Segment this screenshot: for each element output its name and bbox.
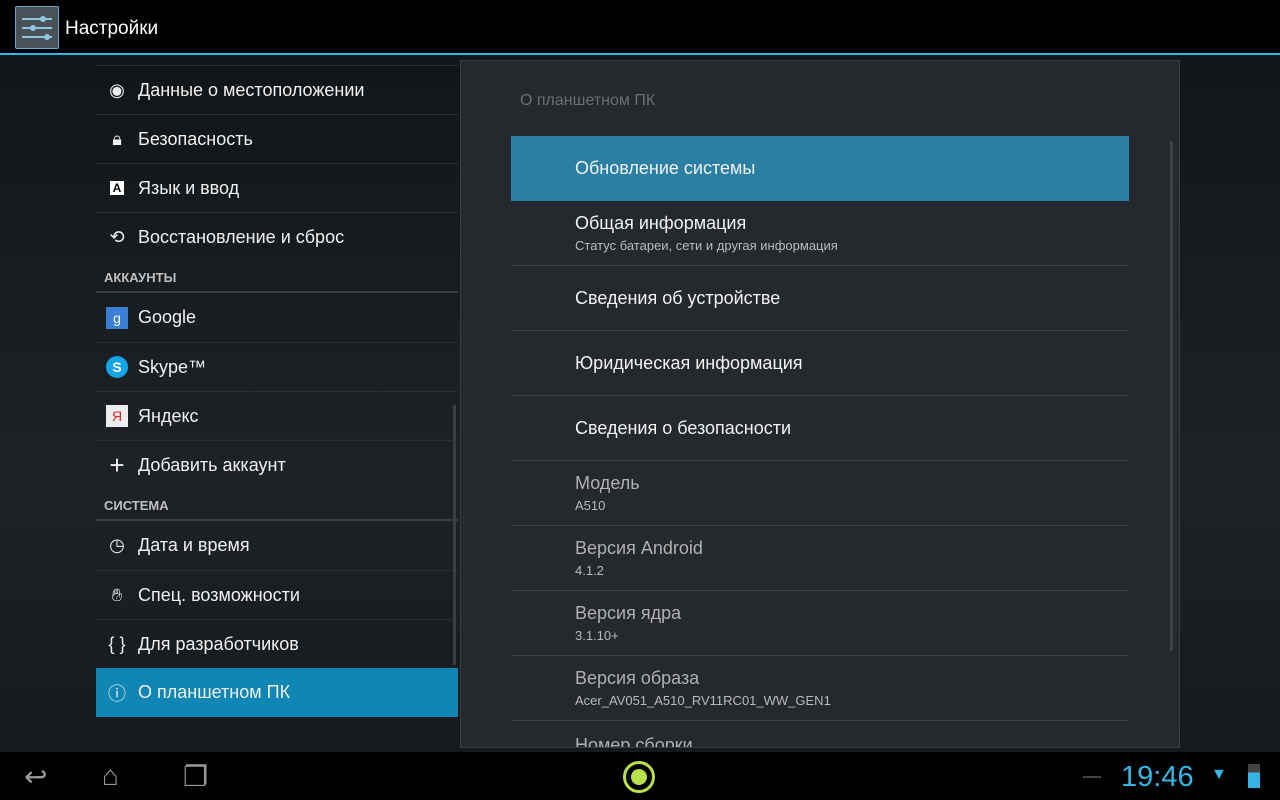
item-label: Язык и ввод bbox=[138, 177, 240, 198]
device-info-item[interactable]: Сведения об устройстве bbox=[511, 266, 1129, 331]
settings-categories: ◉ Данные о местоположении 🔒︎ Безопасность … bbox=[96, 65, 458, 717]
legal-info-item[interactable]: Юридическая информация bbox=[511, 331, 1129, 396]
item-title: Модель bbox=[575, 473, 640, 493]
sidebar-item-google[interactable]: g Google bbox=[96, 293, 458, 342]
yandex-icon: Я bbox=[96, 405, 138, 427]
security-info-item[interactable]: Сведения о безопасности bbox=[511, 396, 1129, 461]
sidebar-item-backup-reset[interactable]: ⟲ Восстановление и сброс bbox=[96, 212, 458, 261]
item-title: Обновление системы bbox=[575, 158, 756, 178]
home-icon[interactable]: ⌂ bbox=[102, 760, 119, 792]
clock-icon: ◷ bbox=[109, 535, 125, 555]
notification-dash-icon[interactable] bbox=[1083, 776, 1101, 778]
android-version-item[interactable]: Версия Android 4.1.2 bbox=[511, 526, 1129, 591]
item-label: Безопасность bbox=[138, 128, 253, 149]
item-label: О планшетном ПК bbox=[138, 682, 291, 702]
sidebar-item-yandex[interactable]: Я Яндекс bbox=[96, 391, 458, 440]
sidebar-item-language[interactable]: A Язык и ввод bbox=[96, 163, 458, 212]
item-label: Google bbox=[138, 307, 197, 327]
kernel-version-item: Версия ядра 3.1.10+ bbox=[511, 591, 1129, 656]
item-subtitle: A510 bbox=[575, 498, 606, 513]
accounts-header: АККАУНТЫ bbox=[96, 261, 458, 293]
item-label: Спец. возможности bbox=[138, 584, 300, 605]
restore-icon: ⟲ bbox=[109, 226, 125, 247]
about-list: Обновление системы Общая информация Стату… bbox=[511, 136, 1129, 748]
system-update-item[interactable]: Обновление системы bbox=[511, 136, 1129, 201]
item-subtitle: Статус батареи, сети и другая информация bbox=[575, 238, 838, 253]
sidebar-item-add-account[interactable]: + Добавить аккаунт bbox=[96, 440, 458, 489]
settings-app-icon[interactable] bbox=[15, 6, 59, 49]
item-title: Сведения о безопасности bbox=[575, 417, 792, 438]
sidebar-item-about-tablet[interactable]: ⓘ О планшетном ПК bbox=[96, 668, 458, 717]
recent-apps-icon[interactable]: ❐ bbox=[183, 760, 208, 793]
info-icon: ⓘ bbox=[108, 683, 126, 704]
wifi-icon: ▼ bbox=[1211, 766, 1227, 783]
skype-icon: S bbox=[96, 356, 138, 378]
location-icon: ◉ bbox=[109, 79, 125, 100]
item-title: Юридическая информация bbox=[575, 352, 803, 373]
image-version-item: Версия образа Acer_AV051_A510_RV11RC01_WW… bbox=[511, 656, 1129, 721]
item-subtitle: Acer_AV051_A510_RV11RC01_WW_GEN1 bbox=[575, 693, 831, 708]
item-label: Дата и время bbox=[138, 535, 250, 555]
battery-icon bbox=[1248, 764, 1260, 788]
item-title: Номер сборки bbox=[575, 735, 693, 748]
sidebar-item-location[interactable]: ◉ Данные о местоположении bbox=[96, 65, 458, 114]
left-scrollbar[interactable] bbox=[453, 405, 456, 665]
build-number-item[interactable]: Номер сборки bbox=[511, 721, 1129, 748]
item-label: Яндекс bbox=[138, 405, 199, 426]
panel-title: О планшетном ПК bbox=[520, 92, 656, 109]
sidebar-item-security[interactable]: 🔒︎ Безопасность bbox=[96, 114, 458, 163]
google-icon: g bbox=[96, 306, 138, 329]
item-label: Skype™ bbox=[138, 356, 207, 377]
item-subtitle: 3.1.10+ bbox=[575, 628, 619, 643]
sidebar-item-accessibility[interactable]: ✋︎ Спец. возможности bbox=[96, 570, 458, 619]
sidebar-item-developer[interactable]: { } Для разработчиков bbox=[96, 619, 458, 668]
item-title: Версия образа bbox=[575, 668, 700, 688]
keyboard-a-icon: A bbox=[96, 181, 138, 195]
braces-icon: { } bbox=[108, 633, 126, 654]
app-title: Настройки bbox=[65, 18, 159, 39]
item-label: Восстановление и сброс bbox=[138, 226, 345, 247]
sidebar-item-skype[interactable]: S Skype™ bbox=[96, 342, 458, 391]
clock: 19:46 bbox=[1121, 761, 1194, 793]
item-title: Сведения об устройстве bbox=[575, 287, 781, 308]
system-nav-bar: ↩ ⌂ ❐ 19:46 ▼ bbox=[0, 752, 1280, 800]
hand-icon: ✋︎ bbox=[111, 584, 123, 605]
item-label: Добавить аккаунт bbox=[138, 454, 286, 475]
item-title: Общая информация bbox=[575, 213, 747, 233]
model-item: Модель A510 bbox=[511, 461, 1129, 526]
about-tablet-panel: О планшетном ПК Обновление системы Общая… bbox=[460, 60, 1180, 748]
panel-scrollbar[interactable] bbox=[1170, 141, 1173, 651]
back-icon[interactable]: ↩ bbox=[24, 760, 47, 793]
item-label: Данные о местоположении bbox=[138, 79, 365, 100]
item-label: Для разработчиков bbox=[138, 633, 299, 654]
app-indicator-icon[interactable] bbox=[623, 761, 655, 793]
item-title: Версия ядра bbox=[575, 603, 682, 623]
item-title: Версия Android bbox=[575, 538, 703, 558]
plus-icon: + bbox=[109, 449, 125, 480]
status-item[interactable]: Общая информация Статус батареи, сети и д… bbox=[511, 201, 1129, 266]
system-header: СИСТЕМА bbox=[96, 489, 458, 521]
sidebar-item-date-time[interactable]: ◷ Дата и время bbox=[96, 521, 458, 570]
lock-icon: 🔒︎ bbox=[112, 128, 122, 149]
action-bar: Настройки bbox=[0, 0, 1280, 55]
item-subtitle: 4.1.2 bbox=[575, 563, 604, 578]
